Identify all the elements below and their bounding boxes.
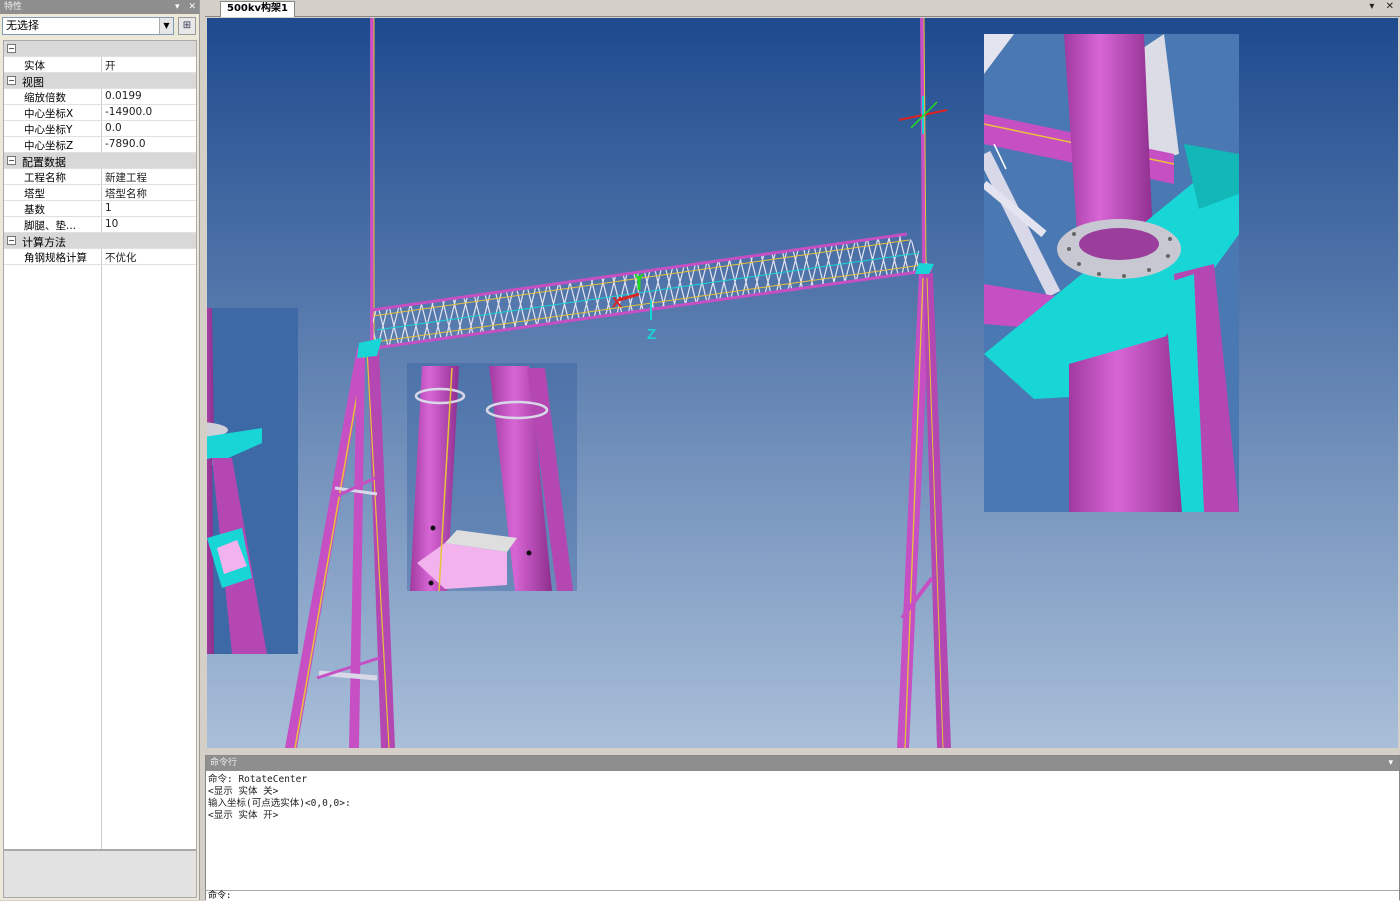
collapse-icon[interactable]: − xyxy=(7,44,16,53)
property-value[interactable]: 0.0 xyxy=(105,122,197,134)
property-name: 中心坐标Z xyxy=(24,140,74,152)
3d-viewport[interactable]: Y X Z xyxy=(207,18,1398,748)
property-row[interactable]: 角钢规格计算 不优化 xyxy=(4,249,196,265)
group-label: 视图 xyxy=(22,76,44,89)
quick-select-icon: ⊞ xyxy=(182,20,192,31)
selection-dropdown-value: 无选择 xyxy=(6,19,39,32)
property-value[interactable]: -14900.0 xyxy=(105,106,197,118)
close-icon[interactable]: ✕ xyxy=(1386,1,1394,12)
property-row[interactable]: 缩放倍数 0.0199 xyxy=(4,89,196,105)
property-value[interactable]: 塔型名称 xyxy=(105,186,197,201)
properties-panel: 特性 ▾ ✕ 无选择 ▼ ⊞ − 实体 开 − 视图 缩放倍数 0.0199 中… xyxy=(0,0,200,900)
properties-panel-titlebar: 特性 ▾ ✕ xyxy=(0,0,199,14)
command-history-line: 命令: RotateCenter xyxy=(208,774,308,785)
property-name: 角钢规格计算 xyxy=(24,252,87,264)
property-row[interactable]: 实体 开 xyxy=(4,57,196,73)
property-value[interactable]: 开 xyxy=(105,58,197,73)
property-description-area xyxy=(3,850,197,898)
property-value[interactable]: 0.0199 xyxy=(105,90,197,102)
command-history: 命令: RotateCenter <显示 实体 关> 输入坐标(可点选实体)<0… xyxy=(208,774,351,822)
property-row[interactable]: 中心坐标X -14900.0 xyxy=(4,105,196,121)
panel-pin-icon[interactable]: ▾ xyxy=(175,2,180,12)
command-history-line: 输入坐标(可点选实体)<0,0,0>: xyxy=(208,798,351,809)
property-row[interactable]: 中心坐标Z -7890.0 xyxy=(4,137,196,153)
collapse-icon[interactable]: − xyxy=(7,156,16,165)
quick-select-button[interactable]: ⊞ xyxy=(178,17,196,35)
tab-document[interactable]: 500kv构架1 xyxy=(220,1,296,17)
group-row-general[interactable]: − xyxy=(4,41,196,57)
axis-label-z: Z xyxy=(647,326,656,343)
command-panel: 命令行 ▾ 命令: RotateCenter <显示 实体 关> 输入坐标(可点… xyxy=(205,755,1400,901)
collapse-icon[interactable]: − xyxy=(7,236,16,245)
command-panel-title: 命令行 xyxy=(210,758,238,768)
collapse-icon[interactable]: − xyxy=(7,76,16,85)
inset-base-closeup xyxy=(207,308,298,654)
property-name: 脚腿、垫... xyxy=(24,220,77,232)
property-value[interactable]: 不优化 xyxy=(105,250,197,265)
chevron-down-icon[interactable]: ▾ xyxy=(1388,756,1393,771)
group-label: 配置数据 xyxy=(22,156,66,169)
command-history-line: <显示 实体 关> xyxy=(208,786,279,797)
property-name: 塔型 xyxy=(24,188,45,200)
property-row[interactable]: 脚腿、垫... 10 xyxy=(4,217,196,233)
property-value[interactable]: 1 xyxy=(105,202,197,214)
property-value[interactable]: 10 xyxy=(105,218,197,230)
group-row-calc[interactable]: − 计算方法 xyxy=(4,233,196,249)
property-grid: − 实体 开 − 视图 缩放倍数 0.0199 中心坐标X -14900.0 中… xyxy=(3,40,197,850)
command-history-line: <显示 实体 开> xyxy=(208,810,279,821)
property-name: 中心坐标Y xyxy=(24,124,73,136)
properties-panel-title: 特性 xyxy=(4,2,23,12)
property-row[interactable]: 基数 1 xyxy=(4,201,196,217)
property-name: 基数 xyxy=(24,204,45,216)
inset-pipe-legs xyxy=(407,363,577,592)
property-name: 中心坐标X xyxy=(24,108,74,120)
tab-list-icon[interactable]: ▾ xyxy=(1369,1,1374,12)
property-name: 实体 xyxy=(24,60,45,72)
command-panel-titlebar: 命令行 ▾ xyxy=(206,756,1399,771)
property-name: 工程名称 xyxy=(24,172,66,184)
property-value[interactable]: -7890.0 xyxy=(105,138,197,150)
panel-close-icon[interactable]: ✕ xyxy=(188,2,196,12)
axis-label-x: X xyxy=(612,294,622,311)
group-label: 计算方法 xyxy=(22,236,66,249)
document-tabbar: 500kv构架1 ▾ ✕ xyxy=(205,0,1400,17)
chevron-down-icon[interactable]: ▼ xyxy=(159,18,173,34)
group-row-view[interactable]: − 视图 xyxy=(4,73,196,89)
inset-flange-svg xyxy=(984,34,1239,512)
axis-label-y: Y xyxy=(634,271,644,288)
property-row[interactable]: 工程名称 新建工程 xyxy=(4,169,196,185)
property-name: 缩放倍数 xyxy=(24,92,66,104)
selection-dropdown[interactable]: 无选择 ▼ xyxy=(2,17,174,35)
property-row[interactable]: 中心坐标Y 0.0 xyxy=(4,121,196,137)
inset-base-svg xyxy=(207,308,298,654)
group-row-config[interactable]: − 配置数据 xyxy=(4,153,196,169)
property-value[interactable]: 新建工程 xyxy=(105,170,197,185)
inset-flange-closeup xyxy=(984,34,1239,512)
property-row[interactable]: 塔型 塔型名称 xyxy=(4,185,196,201)
command-input[interactable]: 命令: xyxy=(206,890,1399,901)
